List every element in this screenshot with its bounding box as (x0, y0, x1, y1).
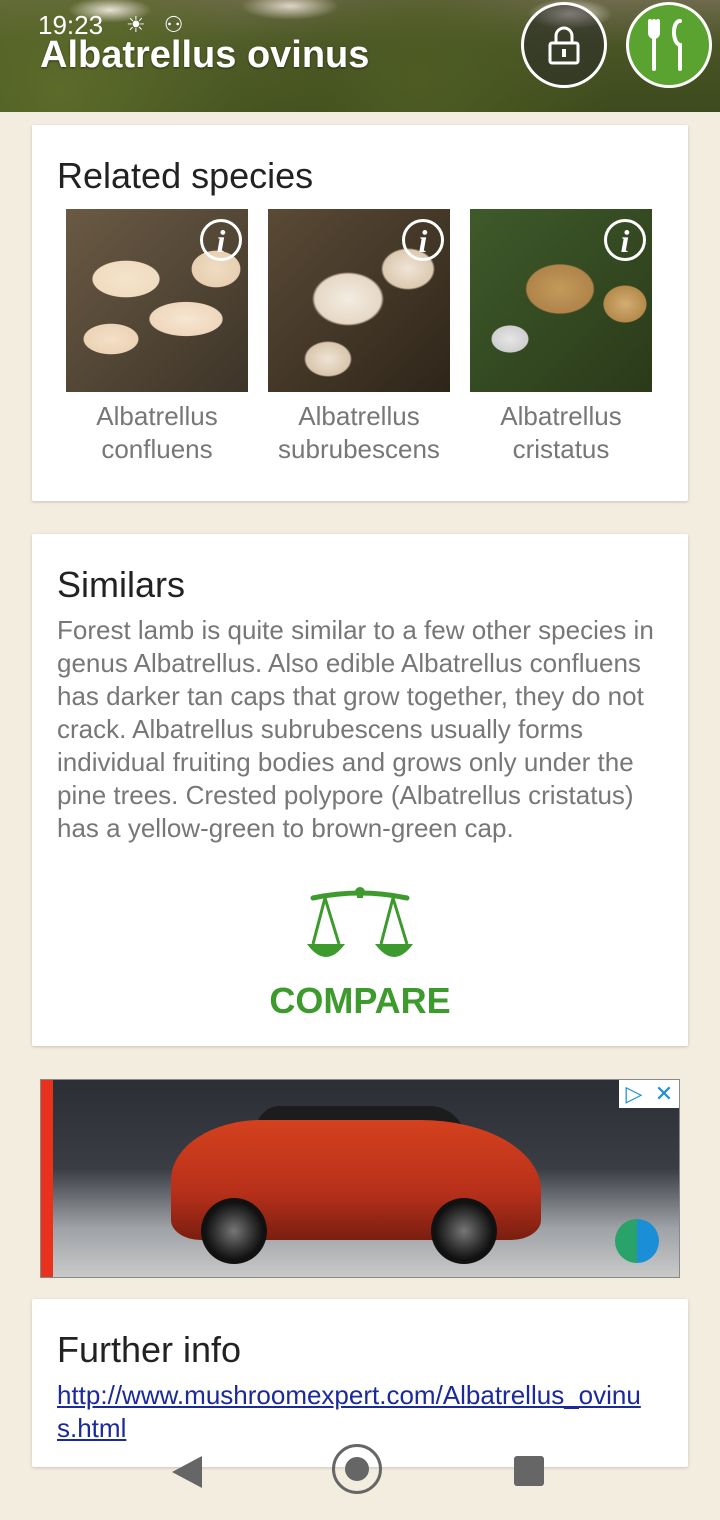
similars-description: Forest lamb is quite similar to a few ot… (57, 615, 654, 843)
info-icon[interactable]: i (402, 219, 444, 261)
adchoices-icon[interactable]: ▷ (619, 1080, 649, 1108)
home-icon[interactable] (332, 1444, 382, 1494)
species-item[interactable]: i Albatrellus subrubescens (268, 209, 450, 466)
species-item[interactable]: i Albatrellus confluens (66, 209, 248, 466)
system-nav-bar (0, 1440, 720, 1520)
compare-button[interactable]: COMPARE (32, 980, 688, 1022)
lock-icon (548, 26, 580, 65)
recent-apps-icon[interactable] (514, 1456, 544, 1486)
ad-banner[interactable]: ▷ ✕ (40, 1079, 680, 1278)
related-species-card: Related species i Albatrellus confluens … (32, 125, 688, 501)
similars-card: Similars Forest lamb is quite similar to… (32, 534, 688, 1046)
similars-heading: Similars (57, 564, 186, 605)
page-title: Albatrellus ovinus (40, 34, 370, 76)
cutlery-icon (648, 19, 682, 71)
header: 19:23 ☀ ⚇ Albatrellus ovinus (0, 0, 720, 112)
species-name: Albatrellus cristatus (500, 401, 622, 464)
unlock-button[interactable] (521, 2, 607, 88)
species-item[interactable]: i Albatrellus cristatus (470, 209, 652, 466)
species-photo[interactable]: i (470, 209, 652, 392)
edibility-button[interactable] (626, 2, 712, 88)
species-photo[interactable]: i (66, 209, 248, 392)
species-photo[interactable]: i (268, 209, 450, 392)
back-icon[interactable] (172, 1456, 202, 1488)
species-name: Albatrellus confluens (96, 401, 218, 464)
species-name: Albatrellus subrubescens (278, 401, 440, 464)
related-species-heading: Related species (57, 155, 314, 196)
ad-accent-bar (41, 1080, 53, 1277)
further-info-heading: Further info (57, 1329, 242, 1370)
ad-car-wheel (201, 1198, 267, 1264)
ad-logo (615, 1219, 659, 1263)
info-icon[interactable]: i (604, 219, 646, 261)
ad-car-wheel (431, 1198, 497, 1264)
ad-close-icon[interactable]: ✕ (649, 1080, 679, 1108)
adchoices[interactable]: ▷ ✕ (619, 1080, 679, 1108)
info-icon[interactable]: i (200, 219, 242, 261)
further-info-link[interactable]: http://www.mushroomexpert.com/Albatrellu… (57, 1379, 657, 1445)
scales-icon[interactable] (305, 886, 415, 970)
